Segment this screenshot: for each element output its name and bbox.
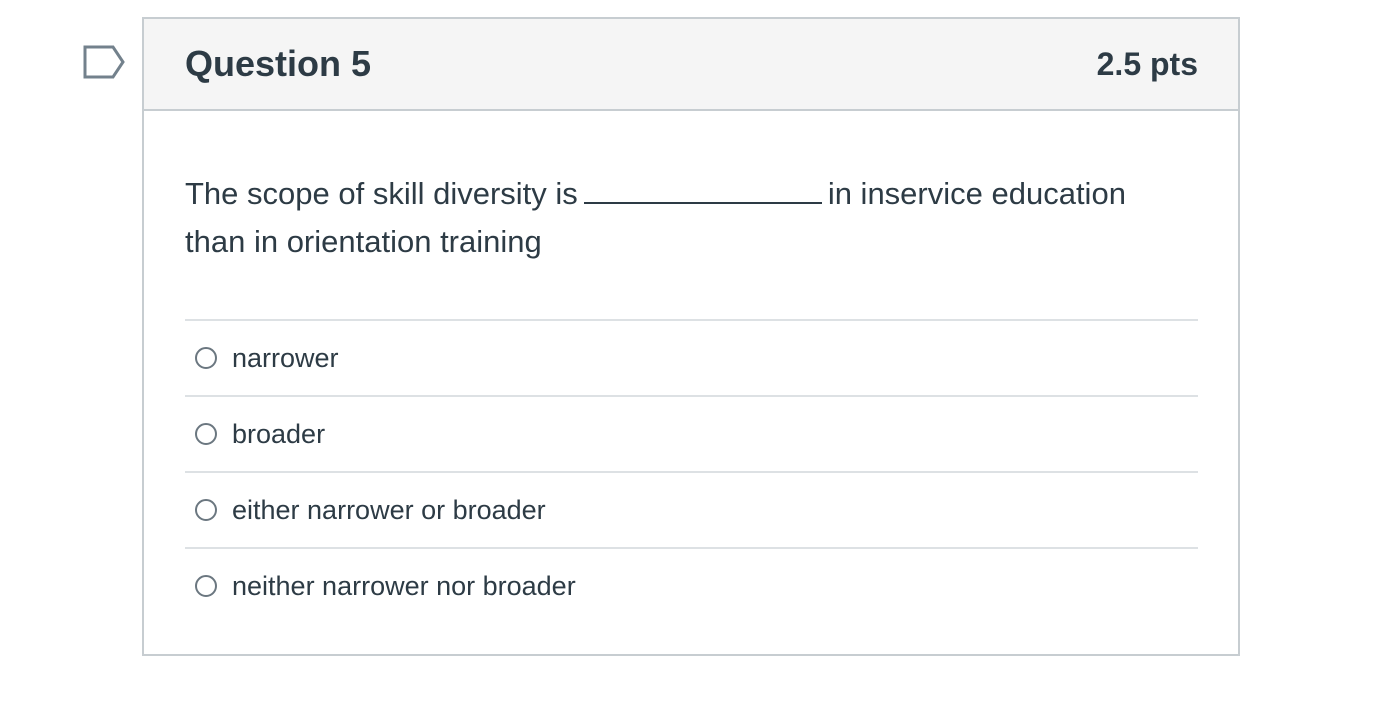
- flag-question-icon[interactable]: [83, 45, 127, 79]
- radio-button[interactable]: [195, 575, 217, 597]
- question-body: The scope of skill diversity is in inserv…: [144, 170, 1238, 623]
- radio-button[interactable]: [195, 423, 217, 445]
- fill-in-blank: [583, 172, 822, 204]
- answer-label: either narrower or broader: [232, 494, 546, 525]
- radio-button[interactable]: [195, 499, 217, 521]
- question-points: 2.5 pts: [1096, 45, 1198, 82]
- question-text: The scope of skill diversity is in inserv…: [185, 170, 1185, 266]
- question-card: Question 5 2.5 pts The scope of skill di…: [142, 17, 1240, 656]
- answer-label: neither narrower nor broader: [232, 570, 576, 601]
- question-text-before: The scope of skill diversity is: [185, 176, 578, 211]
- radio-button[interactable]: [195, 347, 217, 369]
- answer-option-neither[interactable]: neither narrower nor broader: [185, 549, 1198, 623]
- answer-option-narrower[interactable]: narrower: [185, 321, 1198, 397]
- question-title: Question 5: [185, 43, 372, 84]
- answer-label: broader: [232, 418, 326, 449]
- answer-option-broader[interactable]: broader: [185, 397, 1198, 473]
- question-header: Question 5 2.5 pts: [144, 19, 1238, 111]
- answer-list: narrower broader either narrower or broa…: [185, 319, 1198, 623]
- answer-option-either[interactable]: either narrower or broader: [185, 473, 1198, 549]
- answer-label: narrower: [232, 342, 339, 373]
